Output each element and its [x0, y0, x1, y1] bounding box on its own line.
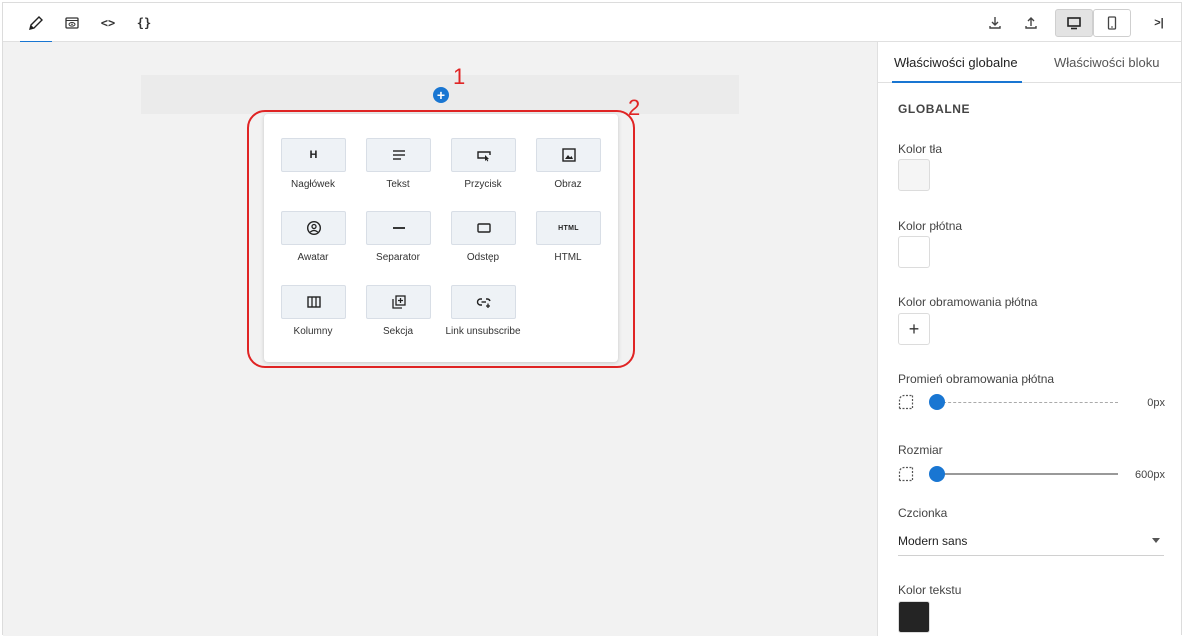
block-tile-section[interactable]: Sekcja — [358, 285, 438, 345]
canvas-border-color-label: Kolor obramowania płótna — [898, 295, 1038, 309]
avatar-icon — [306, 220, 321, 236]
canvas-radius-slider-track[interactable] — [938, 402, 1118, 403]
border-radius-icon — [898, 394, 914, 410]
tab-block-properties[interactable]: Właściwości bloku — [1054, 42, 1159, 83]
image-icon — [561, 148, 576, 162]
html-code-icon: <> — [100, 16, 116, 30]
font-label: Czcionka — [898, 506, 948, 520]
heading-icon: H — [309, 149, 318, 161]
app-window: <> {} >| + 1 2 H Nagłówek Tekst Przycisk… — [2, 2, 1182, 636]
size-value: 600px — [1135, 469, 1165, 481]
edit-mode-button[interactable] — [20, 7, 52, 43]
plus-icon: + — [908, 318, 920, 339]
font-select[interactable]: Modern sans — [898, 526, 1164, 556]
size-icon — [898, 466, 914, 482]
html-code-button[interactable]: <> — [92, 7, 124, 39]
spacer-icon — [476, 223, 491, 233]
canvas-color-label: Kolor płótna — [898, 219, 963, 233]
block-tile-html[interactable]: HTML HTML — [528, 211, 608, 271]
size-slider-track[interactable] — [938, 473, 1118, 475]
plus-icon: + — [436, 87, 446, 103]
block-tile-button[interactable]: Przycisk — [443, 138, 523, 198]
block-tile-label: Link unsubscribe — [445, 326, 521, 337]
font-select-value: Modern sans — [898, 534, 968, 548]
block-tile-separator[interactable]: Separator — [358, 211, 438, 271]
upload-button[interactable] — [1015, 7, 1047, 39]
size-label: Rozmiar — [898, 443, 943, 457]
canvas-radius-slider-thumb[interactable] — [929, 394, 945, 410]
canvas-color-swatch[interactable] — [898, 236, 930, 268]
background-color-swatch[interactable] — [898, 159, 930, 191]
collapse-panel-icon: >| — [1154, 17, 1164, 29]
preview-mode-button[interactable] — [56, 7, 88, 39]
mobile-view-button[interactable] — [1093, 9, 1131, 37]
canvas-border-color-add-button[interactable]: + — [898, 313, 930, 345]
section-title: GLOBALNE — [898, 102, 971, 116]
download-button[interactable] — [979, 7, 1011, 39]
text-color-swatch[interactable] — [898, 601, 930, 633]
block-tile-spacer[interactable]: Odstęp — [443, 211, 523, 271]
pencil-icon — [29, 16, 43, 30]
desktop-view-button[interactable] — [1055, 9, 1093, 37]
unsubscribe-link-icon — [476, 298, 491, 308]
editor-canvas: + 1 2 H Nagłówek Tekst Przycisk Obraz Aw… — [3, 42, 877, 636]
properties-panel: Właściwości globalne Właściwości bloku G… — [877, 42, 1182, 636]
eye-icon — [65, 17, 79, 29]
top-toolbar: <> {} >| — [3, 3, 1181, 43]
desktop-icon — [1067, 17, 1081, 30]
json-code-button[interactable]: {} — [128, 7, 160, 39]
chevron-down-icon — [1152, 538, 1160, 543]
columns-icon — [306, 296, 321, 308]
canvas-radius-value: 0px — [1147, 397, 1165, 409]
block-tile-image[interactable]: Obraz — [528, 138, 608, 198]
separator-icon — [392, 227, 405, 229]
block-tile-text[interactable]: Tekst — [358, 138, 438, 198]
text-color-label: Kolor tekstu — [898, 583, 962, 597]
block-tile-columns[interactable]: Kolumny — [273, 285, 353, 345]
add-block-button[interactable]: + — [433, 87, 449, 103]
block-tile-unsubscribe-link[interactable]: Link unsubscribe — [443, 285, 523, 345]
block-tile-avatar[interactable]: Awatar — [273, 211, 353, 271]
collapse-panel-button[interactable]: >| — [1143, 7, 1175, 39]
block-tile-heading[interactable]: H Nagłówek — [273, 138, 353, 198]
background-color-label: Kolor tła — [898, 142, 943, 156]
json-code-icon: {} — [136, 16, 152, 30]
mobile-icon — [1107, 16, 1117, 30]
text-icon — [392, 150, 405, 160]
block-picker-panel: H Nagłówek Tekst Przycisk Obraz Awatar S… — [264, 114, 618, 362]
size-slider-thumb[interactable] — [929, 466, 945, 482]
upload-icon — [1025, 17, 1037, 29]
canvas-radius-label: Promień obramowania płótna — [898, 372, 1055, 386]
html-icon: HTML — [558, 224, 579, 232]
download-icon — [989, 17, 1001, 29]
tab-global-properties[interactable]: Właściwości globalne — [892, 42, 1022, 83]
annotation-marker-1: 1 — [453, 64, 466, 89]
button-icon — [476, 151, 491, 162]
block-tile-label: Obraz — [554, 179, 582, 190]
section-icon — [391, 295, 406, 309]
block-tile-label: HTML — [554, 252, 582, 263]
properties-tabs: Właściwości globalne Właściwości bloku — [878, 42, 1182, 83]
